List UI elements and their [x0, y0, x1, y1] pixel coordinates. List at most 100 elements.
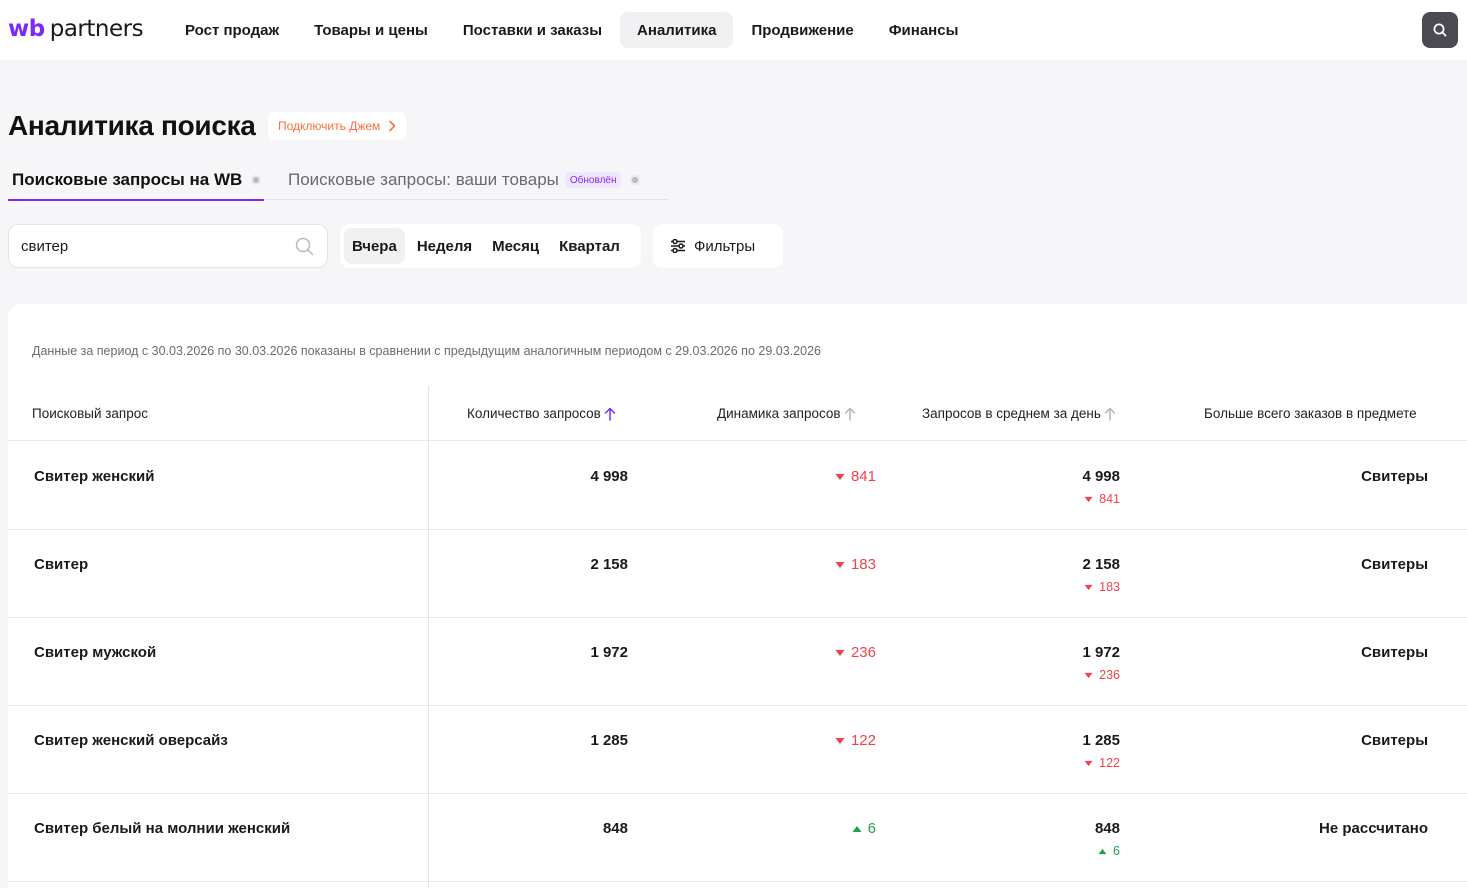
query-dynamics: 122: [835, 732, 876, 749]
nav-item-analytics[interactable]: Аналитика: [620, 12, 734, 48]
top-subject: Свитеры: [1361, 468, 1428, 485]
period-week[interactable]: Неделя: [409, 228, 480, 264]
search-icon[interactable]: [294, 236, 315, 262]
period-yesterday[interactable]: Вчера: [344, 228, 405, 264]
table-row[interactable]: Свитер 2 158 183 2 158 183 Свитеры: [8, 530, 1467, 618]
period-month[interactable]: Месяц: [484, 228, 547, 264]
chevron-right-icon: [388, 120, 396, 132]
column-query[interactable]: Поисковый запрос: [32, 386, 148, 441]
query-dynamics: 841: [835, 468, 876, 485]
trend-down-icon: [835, 473, 845, 481]
top-subject: Свитеры: [1361, 644, 1428, 661]
logo-wb: wb: [8, 16, 45, 42]
trend-down-icon: [1084, 496, 1093, 503]
table-row[interactable]: Свитер белый на молнии женский 848 6 848 6 Не…: [8, 794, 1467, 882]
trend-down-icon: [1084, 760, 1093, 767]
avg-dynamics: 6: [1098, 844, 1120, 858]
avg-per-day: 1 972: [1082, 644, 1120, 661]
tab-wb-search-queries[interactable]: Поисковые запросы на WB: [8, 160, 264, 201]
status-dot: [251, 174, 262, 185]
query-count: 848: [602, 820, 628, 837]
dynamics-value: 122: [850, 732, 876, 749]
tab-label: Поисковые запросы на WB: [12, 169, 243, 189]
period-selector: Вчера Неделя Месяц Квартал: [340, 224, 641, 268]
trend-down-icon: [835, 737, 845, 745]
query-text[interactable]: Свитер женский: [34, 468, 154, 485]
avg-dynamics-value: 6: [1113, 844, 1120, 858]
column-subject[interactable]: Больше всего заказов в предмете: [1204, 386, 1417, 441]
avg-per-day: 2 158: [1082, 556, 1120, 573]
tabs: Поисковые запросы на WB Поисковые запрос…: [8, 160, 668, 201]
column-count[interactable]: Количество запросов: [467, 386, 616, 441]
avg-dynamics: 183: [1084, 580, 1120, 594]
avg-dynamics: 236: [1084, 668, 1120, 682]
trend-up-icon: [852, 825, 862, 833]
column-avg-label: Запросов в среднем за день: [922, 406, 1101, 421]
trend-up-icon: [1098, 848, 1107, 855]
avg-dynamics-value: 236: [1099, 668, 1120, 682]
query-dynamics: 6: [852, 820, 876, 837]
global-search-button[interactable]: [1422, 12, 1458, 48]
avg-dynamics-value: 183: [1099, 580, 1120, 594]
query-count: 1 285: [590, 732, 628, 749]
avg-dynamics: 841: [1084, 492, 1120, 506]
nav-item-promotion[interactable]: Продвижение: [734, 12, 870, 48]
wb-partners-logo[interactable]: wb partners: [8, 16, 144, 46]
query-text[interactable]: Свитер женский оверсайз: [34, 732, 228, 749]
query-count: 4 998: [590, 468, 628, 485]
logo-partners: partners: [49, 16, 144, 42]
avg-dynamics: 122: [1084, 756, 1120, 770]
column-avg[interactable]: Запросов в среднем за день: [922, 386, 1116, 441]
column-count-label: Количество запросов: [467, 406, 601, 421]
table-header: Поисковый запрос Количество запросов Дин…: [8, 386, 1467, 441]
table-row[interactable]: Свитер женский оверсайз 1 285 122 1 285 122 С…: [8, 706, 1467, 794]
query-dynamics: 183: [835, 556, 876, 573]
dynamics-value: 236: [850, 644, 876, 661]
nav-item-finance[interactable]: Финансы: [872, 12, 976, 48]
column-dynamics-label: Динамика запросов: [717, 406, 841, 421]
filters-label: Фильтры: [694, 237, 756, 255]
filters-icon: [671, 239, 685, 253]
tab-label: Поисковые запросы: ваши товары: [288, 170, 559, 189]
nav-item-supplies-orders[interactable]: Поставки и заказы: [446, 12, 619, 48]
table-row[interactable]: Свитер женский 4 998 841 4 998 841 Свитеры: [8, 442, 1467, 530]
top-subject: Не рассчитано: [1319, 820, 1428, 837]
sort-arrow-up-icon: [844, 407, 855, 421]
updated-badge: Обновлён: [564, 172, 622, 188]
avg-per-day: 1 285: [1082, 732, 1120, 749]
trend-down-icon: [1084, 584, 1093, 591]
trend-down-icon: [835, 561, 845, 569]
avg-dynamics-value: 841: [1099, 492, 1120, 506]
dynamics-value: 6: [867, 820, 876, 837]
search-input[interactable]: [21, 225, 281, 267]
top-subject: Свитеры: [1361, 556, 1428, 573]
column-subject-label: Больше всего заказов в предмете: [1204, 406, 1417, 421]
query-text[interactable]: Свитер белый на молнии женский: [34, 820, 290, 837]
period-quarter[interactable]: Квартал: [551, 228, 628, 264]
status-dot: [630, 175, 641, 185]
top-bar: wb partners Рост продаж Товары и цены По…: [0, 0, 1467, 60]
nav-item-sales-growth[interactable]: Рост продаж: [168, 12, 296, 48]
filters-button[interactable]: Фильтры: [653, 224, 783, 268]
search-icon: [1433, 23, 1447, 37]
nav-item-products-prices[interactable]: Товары и цены: [297, 12, 445, 48]
trend-down-icon: [835, 649, 845, 657]
table-row[interactable]: Свитер мужской 1 972 236 1 972 236 Свитеры: [8, 618, 1467, 706]
trend-down-icon: [1084, 672, 1093, 679]
period-note: Данные за период с 30.03.2026 по 30.03.2…: [32, 344, 821, 358]
query-dynamics: 236: [835, 644, 876, 661]
avg-dynamics-value: 122: [1099, 756, 1120, 770]
query-text[interactable]: Свитер мужской: [34, 644, 156, 661]
avg-per-day: 4 998: [1082, 468, 1120, 485]
connect-jam-button[interactable]: Подключить Джем: [268, 112, 407, 140]
sort-arrow-up-icon: [604, 407, 616, 421]
sort-arrow-up-icon: [1104, 407, 1116, 421]
search-analytics-table: Данные за период с 30.03.2026 по 30.03.2…: [8, 304, 1467, 888]
query-count: 2 158: [590, 556, 628, 573]
column-query-label: Поисковый запрос: [32, 406, 149, 421]
tab-your-products-queries[interactable]: Поисковые запросы: ваши товары Обновлён: [288, 160, 641, 200]
query-text[interactable]: Свитер: [34, 556, 88, 573]
connect-jam-label: Подключить Джем: [278, 119, 381, 133]
dynamics-value: 841: [850, 468, 876, 485]
column-dynamics[interactable]: Динамика запросов: [717, 386, 856, 441]
